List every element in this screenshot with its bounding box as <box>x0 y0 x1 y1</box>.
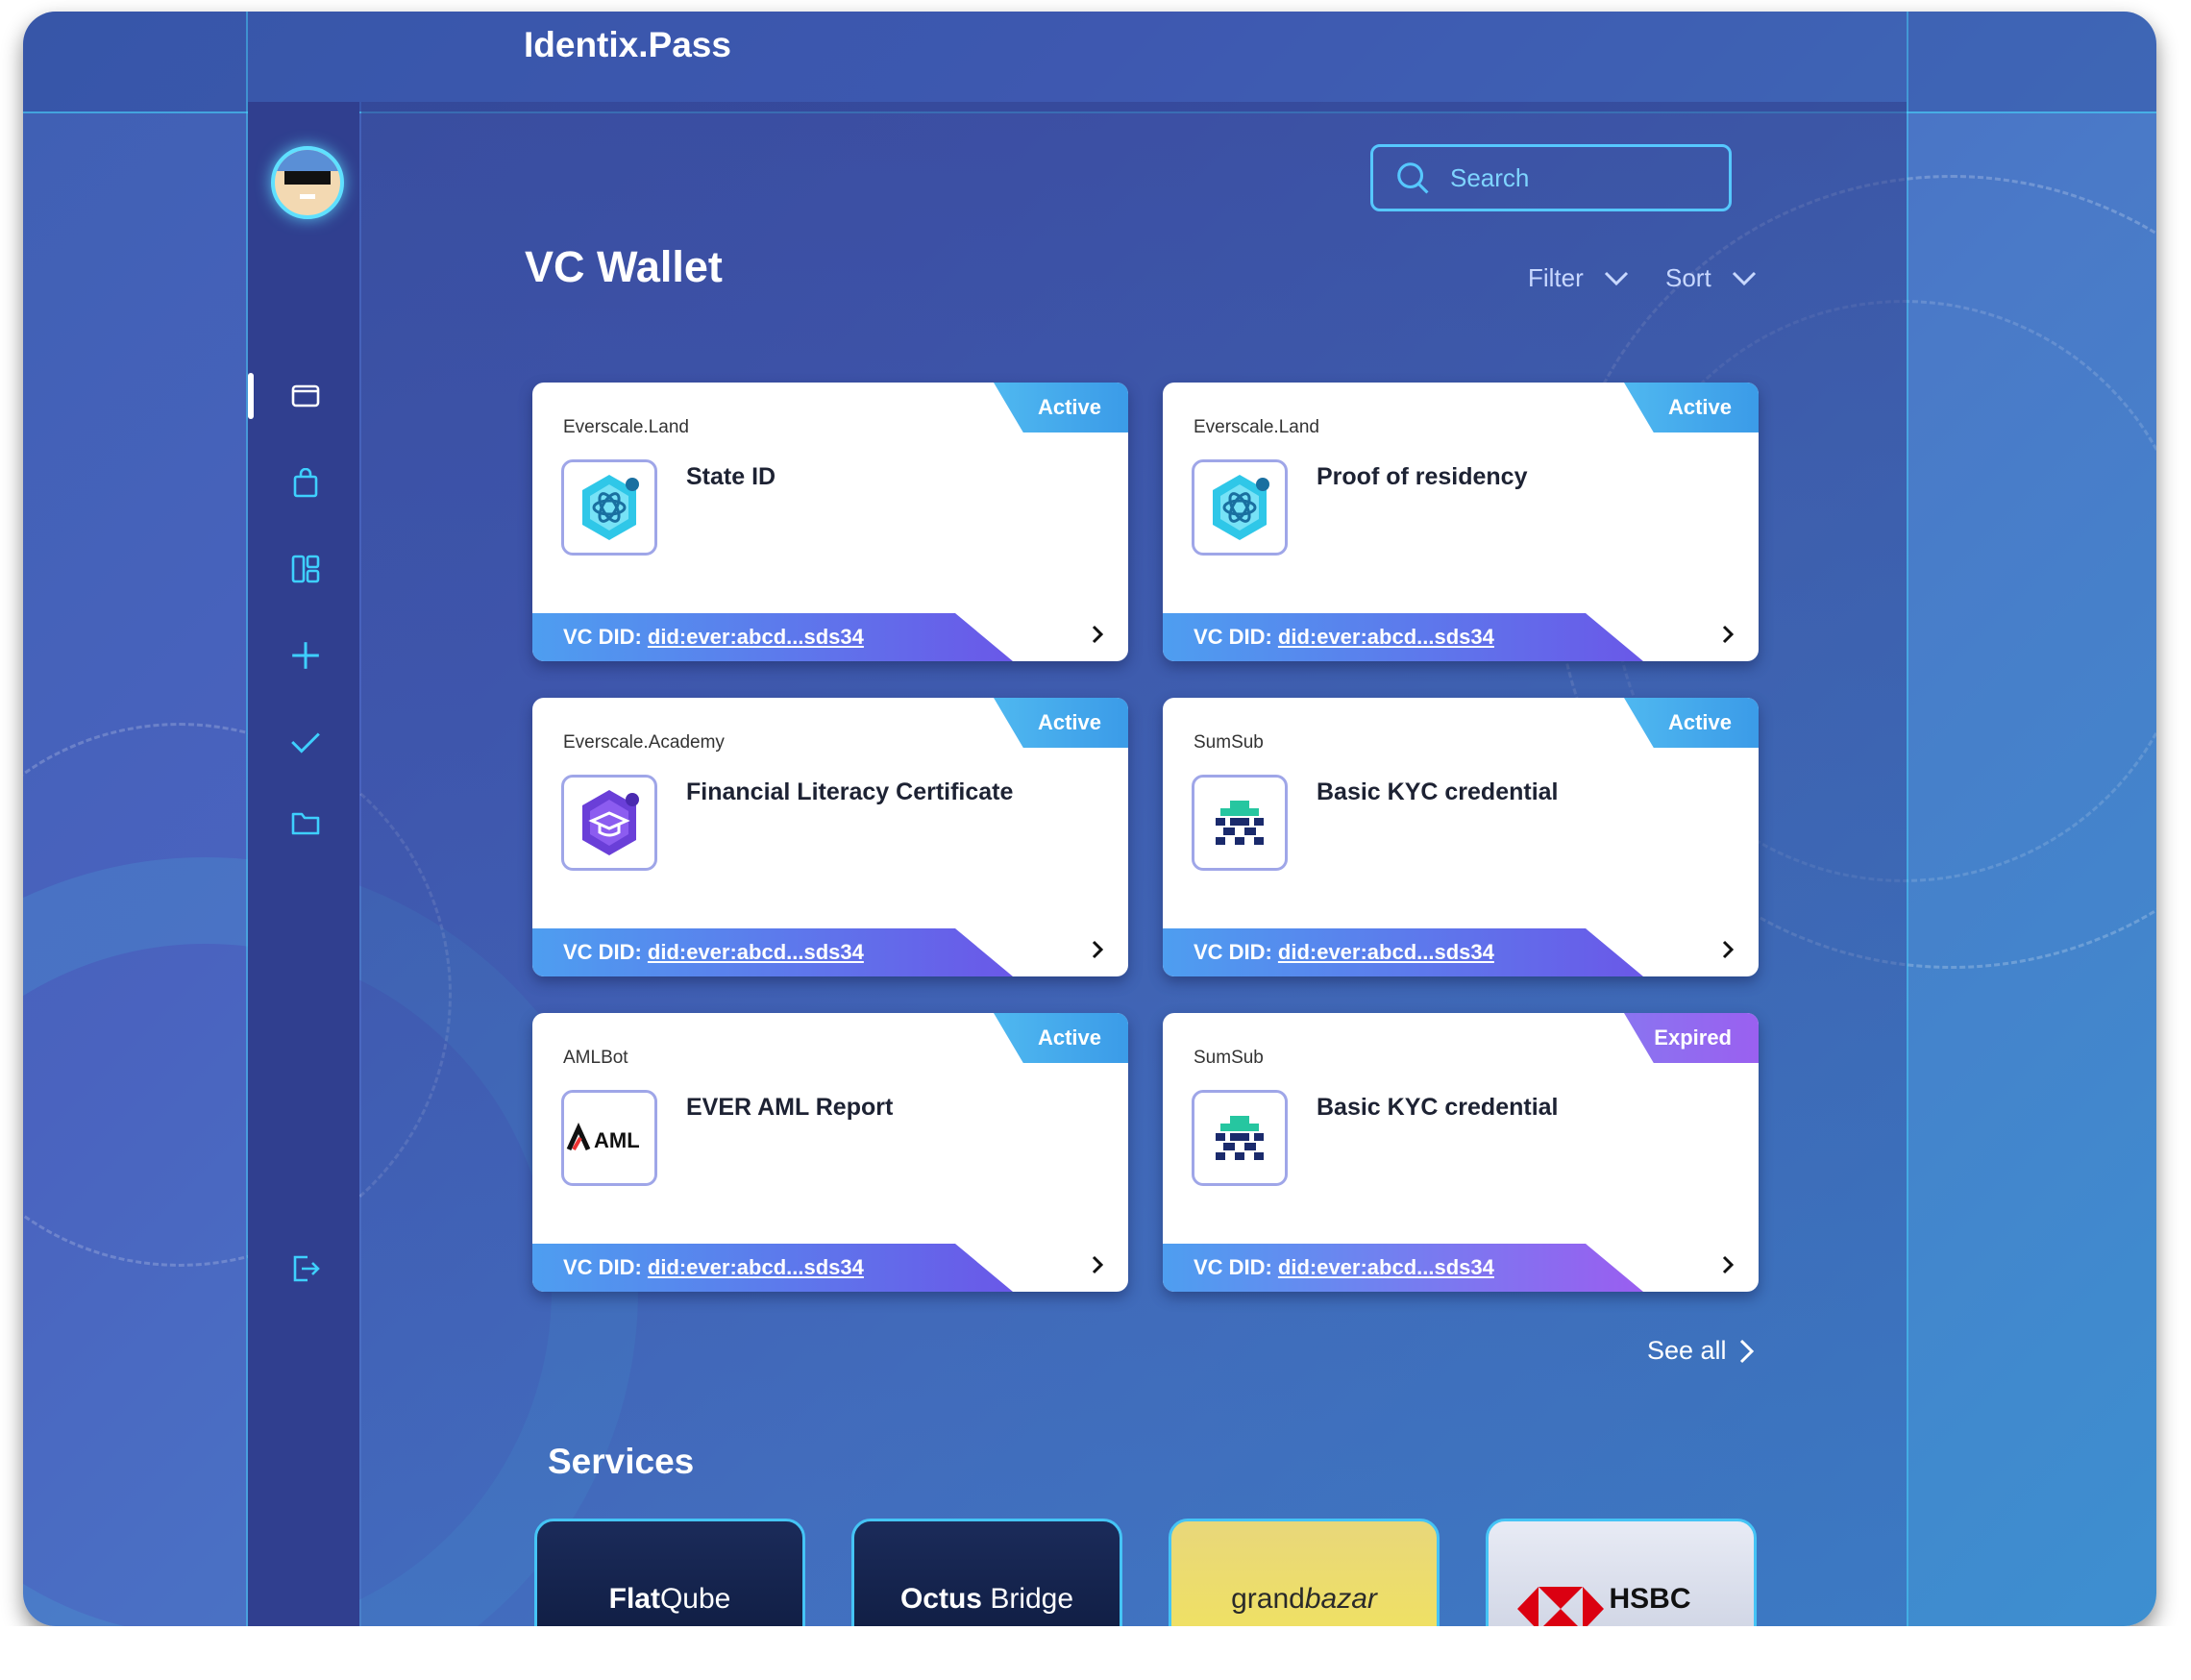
chevron-right-icon[interactable] <box>1718 1255 1737 1274</box>
logout-button[interactable] <box>288 1251 323 1286</box>
dashboard-icon <box>291 555 320 583</box>
card-title: Proof of residency <box>1317 463 1528 490</box>
sort-label: Sort <box>1665 263 1711 292</box>
did-link[interactable]: did:ever:abcd...sds34 <box>1278 625 1494 650</box>
did-link[interactable]: did:ever:abcd...sds34 <box>648 1255 864 1280</box>
services-title: Services <box>548 1442 695 1481</box>
sumsub-logo <box>1192 775 1288 871</box>
did-label: VC DID: <box>563 940 642 964</box>
sumsub-logo <box>1192 1090 1288 1186</box>
plus-icon <box>292 642 319 669</box>
filter-label: Filter <box>1528 263 1584 292</box>
credential-card[interactable]: Active Everscale.Land Proof of residency… <box>1163 383 1759 661</box>
did-link[interactable]: did:ever:abcd...sds34 <box>1278 1255 1494 1280</box>
sidebar-item-verify[interactable] <box>288 725 323 759</box>
status-badge: Expired <box>1624 1013 1759 1063</box>
chevron-right-icon[interactable] <box>1718 625 1737 644</box>
credential-card[interactable]: Expired SumSub Basic KYC credential VC D… <box>1163 1013 1759 1292</box>
vc-did: VC DID: did:ever:abcd...sds34 <box>1163 928 1643 976</box>
status-badge: Active <box>1624 698 1759 748</box>
credential-card[interactable]: Active Everscale.Land State ID VC DID: di… <box>532 383 1128 661</box>
search-box[interactable] <box>1370 144 1732 211</box>
card-issuer: SumSub <box>1194 732 1264 753</box>
aml-logo-text: AML <box>594 1128 640 1152</box>
credential-card[interactable]: Active AMLBot AML EVER AML Report VC DID… <box>532 1013 1128 1292</box>
graduation-badge-icon <box>561 775 657 871</box>
guide-line <box>1907 12 1908 1626</box>
card-title: EVER AML Report <box>686 1094 894 1121</box>
avatar-mouth <box>300 194 315 199</box>
atom-badge-icon <box>561 459 657 556</box>
hsbc-logo-icon <box>1517 1587 1604 1631</box>
avatar-glasses <box>284 171 331 185</box>
chevron-down-icon <box>1604 271 1628 285</box>
did-link[interactable]: did:ever:abcd...sds34 <box>648 625 864 650</box>
avatar-hair <box>275 150 340 171</box>
chevron-right-icon[interactable] <box>1088 625 1107 644</box>
card-title: State ID <box>686 463 776 490</box>
service-name: FlatQube <box>608 1583 731 1615</box>
service-name: Octus Bridge <box>899 1583 1074 1615</box>
vc-did: VC DID: did:ever:abcd...sds34 <box>1163 1244 1643 1292</box>
filter-dropdown[interactable]: Filter <box>1528 263 1630 293</box>
avatar[interactable] <box>271 146 344 219</box>
status-badge: Active <box>994 1013 1128 1063</box>
shopping-bag-icon <box>293 468 318 498</box>
service-name: grandbazar <box>1231 1583 1377 1615</box>
atom-badge-icon <box>1192 459 1288 556</box>
did-link[interactable]: did:ever:abcd...sds34 <box>648 940 864 965</box>
app-title: Identix.Pass <box>524 25 731 64</box>
sidebar-item-folder[interactable] <box>288 805 323 840</box>
aml-logo: AML <box>561 1090 657 1186</box>
card-issuer: Everscale.Land <box>1194 417 1319 437</box>
sort-dropdown[interactable]: Sort <box>1665 263 1758 293</box>
vc-did: VC DID: did:ever:abcd...sds34 <box>532 928 1013 976</box>
chevron-right-icon[interactable] <box>1718 940 1737 959</box>
vc-did: VC DID: did:ever:abcd...sds34 <box>532 1244 1013 1292</box>
did-label: VC DID: <box>563 1255 642 1279</box>
sidebar-item-wallet[interactable] <box>288 379 323 413</box>
did-label: VC DID: <box>1194 1255 1272 1279</box>
page-title: VC Wallet <box>525 242 723 291</box>
status-badge: Active <box>994 383 1128 432</box>
chevron-right-icon[interactable] <box>1088 940 1107 959</box>
status-badge: Active <box>1624 383 1759 432</box>
top-bar <box>23 12 2156 111</box>
search-input[interactable] <box>1448 161 1692 194</box>
nav-active-indicator <box>248 373 254 419</box>
did-label: VC DID: <box>563 625 642 649</box>
did-label: VC DID: <box>1194 940 1272 964</box>
vc-did: VC DID: did:ever:abcd...sds34 <box>532 613 1013 661</box>
sidebar-item-dashboard[interactable] <box>288 552 323 586</box>
folder-icon <box>291 812 320 835</box>
chevron-down-icon <box>1732 271 1756 285</box>
vc-did: VC DID: did:ever:abcd...sds34 <box>1163 613 1643 661</box>
see-all-link[interactable]: See all <box>1647 1336 1756 1366</box>
card-issuer: SumSub <box>1194 1048 1264 1068</box>
chevron-right-icon[interactable] <box>1088 1255 1107 1274</box>
did-link[interactable]: did:ever:abcd...sds34 <box>1278 940 1494 965</box>
card-issuer: Everscale.Land <box>563 417 689 437</box>
sidebar-item-shop[interactable] <box>288 466 323 501</box>
logout-icon <box>293 1255 320 1282</box>
wallet-icon <box>291 384 320 408</box>
check-icon <box>291 732 320 754</box>
card-issuer: Everscale.Academy <box>563 732 725 753</box>
credential-card[interactable]: Active SumSub Basic KYC credential VC DI… <box>1163 698 1759 976</box>
card-title: Basic KYC credential <box>1317 778 1559 805</box>
card-title: Financial Literacy Certificate <box>686 778 1014 805</box>
chevron-right-icon <box>1739 1339 1754 1363</box>
did-label: VC DID: <box>1194 625 1272 649</box>
status-badge: Active <box>994 698 1128 748</box>
see-all-label: See all <box>1647 1336 1727 1365</box>
sidebar-item-add[interactable] <box>288 638 323 673</box>
card-title: Basic KYC credential <box>1317 1094 1559 1121</box>
card-issuer: AMLBot <box>563 1048 628 1068</box>
search-icon <box>1397 162 1429 194</box>
credential-card[interactable]: Active Everscale.Academy Financial Liter… <box>532 698 1128 976</box>
sidebar <box>248 102 359 1640</box>
page-bottom <box>0 1626 2191 1680</box>
